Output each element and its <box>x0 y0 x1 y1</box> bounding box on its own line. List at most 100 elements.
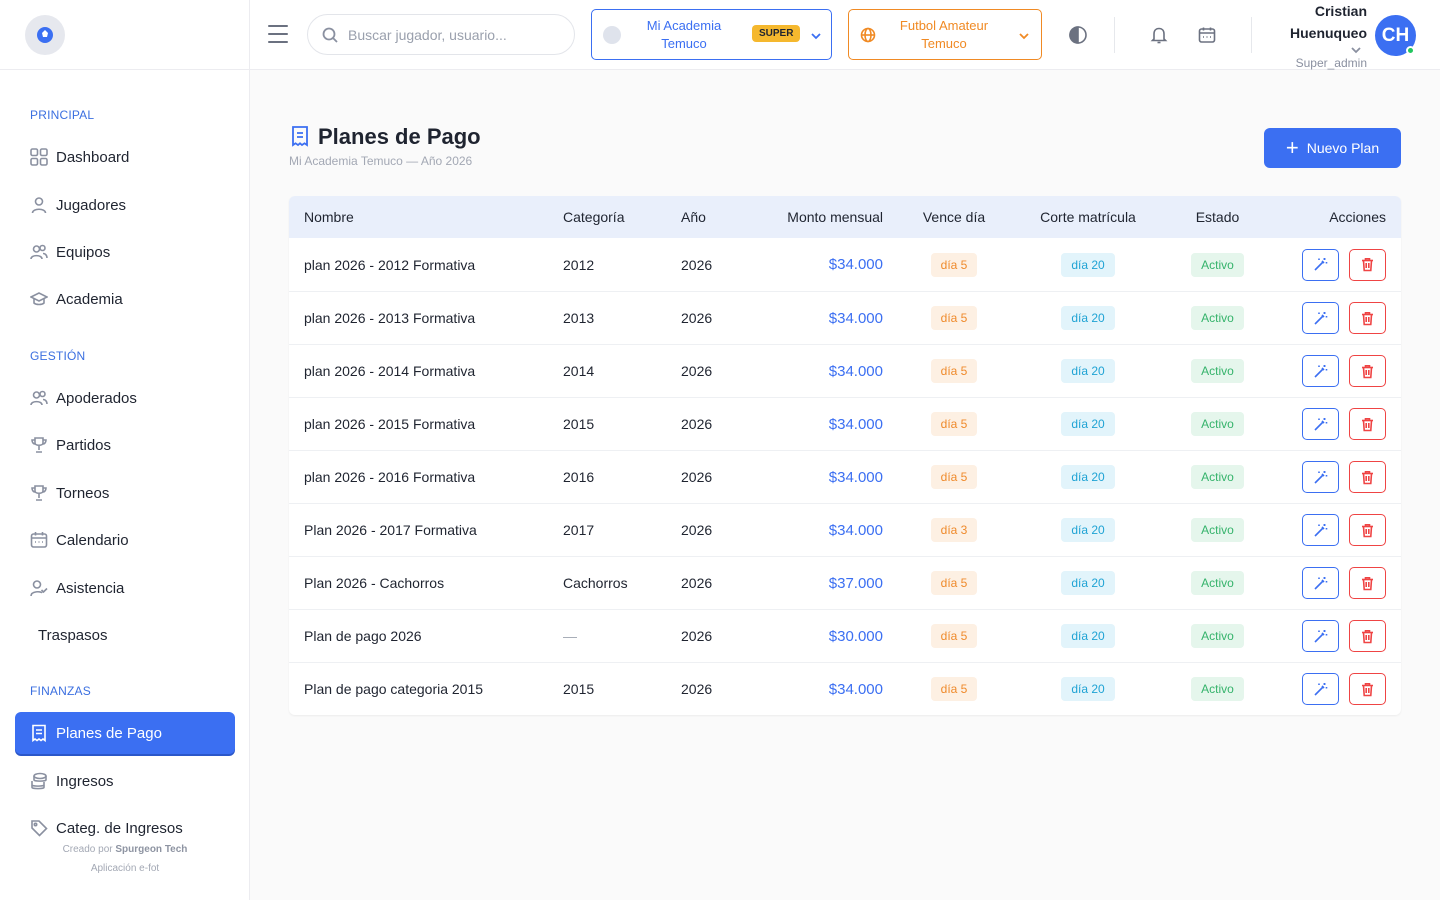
cutoff-cell: día 20 <box>1023 398 1153 450</box>
cutoff-cell: día 20 <box>1023 345 1153 397</box>
delete-button[interactable] <box>1349 355 1386 387</box>
sidebar-item-traspasos[interactable]: Traspasos <box>15 614 235 656</box>
sidebar-item-partidos[interactable]: Partidos <box>15 424 235 466</box>
page-subtitle: Mi Academia Temuco — Año 2026 <box>289 154 473 168</box>
plan-year: 2026 <box>681 681 713 697</box>
sidebar-item-label: Ingresos <box>56 772 114 790</box>
magic-wand-icon <box>1314 311 1328 325</box>
edit-button[interactable] <box>1302 302 1339 334</box>
cutoff-cell: día 20 <box>1023 610 1153 662</box>
delete-button[interactable] <box>1349 514 1386 546</box>
edit-button[interactable] <box>1302 408 1339 440</box>
cutoff-badge: día 20 <box>1061 412 1115 436</box>
team-selector[interactable]: Futbol Amateur Temuco <box>848 9 1042 60</box>
delete-button[interactable] <box>1349 302 1386 334</box>
sidebar-item-academia[interactable]: Academia <box>15 278 235 320</box>
table-row[interactable]: Plan 2026 - Cachorros Cachorros 2026 $37… <box>289 556 1401 609</box>
delete-button[interactable] <box>1349 461 1386 493</box>
status-cell: Activo <box>1169 557 1266 609</box>
section-title-finanzas: FINANZAS <box>30 684 91 698</box>
delete-button[interactable] <box>1349 673 1386 705</box>
delete-button[interactable] <box>1349 567 1386 599</box>
sidebar-item-planes-de-pago[interactable]: Planes de Pago <box>15 712 235 754</box>
due-day-cell: día 5 <box>904 557 1004 609</box>
user-name[interactable]: Cristian Huenuqueo <box>1290 0 1367 44</box>
column-header-ano[interactable]: Año <box>681 196 706 238</box>
plan-name: plan 2026 - 2015 Formativa <box>304 416 476 432</box>
delete-button[interactable] <box>1349 620 1386 652</box>
sidebar-item-apoderados[interactable]: Apoderados <box>15 377 235 419</box>
sidebar-item-asistencia[interactable]: Asistencia <box>15 567 235 609</box>
academy-name: Mi Academia Temuco <box>634 17 734 53</box>
coins-icon <box>30 772 48 790</box>
plan-amount: $34.000 <box>828 521 883 539</box>
footer-company[interactable]: Spurgeon Tech <box>115 844 187 855</box>
actions-cell <box>1279 238 1386 291</box>
table-row[interactable]: Plan 2026 - 2017 Formativa 2017 2026 $34… <box>289 503 1401 556</box>
avatar[interactable]: CH <box>1375 15 1416 56</box>
status-badge: Activo <box>1191 252 1244 277</box>
due-day-badge: día 5 <box>930 465 978 489</box>
search-box[interactable] <box>307 14 575 55</box>
edit-button[interactable] <box>1302 461 1339 493</box>
calendar-icon[interactable] <box>1197 25 1217 45</box>
bell-icon[interactable] <box>1149 25 1169 45</box>
edit-button[interactable] <box>1302 248 1339 281</box>
menu-icon[interactable] <box>268 25 288 43</box>
column-header-corte[interactable]: Corte matrícula <box>1023 196 1153 238</box>
plan-category: Cachorros <box>563 575 628 591</box>
trash-icon <box>1362 523 1373 537</box>
edit-button[interactable] <box>1302 620 1339 652</box>
edit-button[interactable] <box>1302 514 1339 546</box>
table-row[interactable]: Plan de pago categoria 2015 2015 2026 $3… <box>289 662 1401 715</box>
sidebar-item-torneos[interactable]: Torneos <box>15 472 235 514</box>
plan-year: 2026 <box>681 469 713 485</box>
column-header-nombre[interactable]: Nombre <box>304 196 354 238</box>
user-check-icon <box>30 579 48 597</box>
sidebar-item-categ-ingresos[interactable]: Categ. de Ingresos <box>15 807 235 849</box>
plan-category: 2014 <box>563 363 595 379</box>
trash-icon <box>1362 311 1373 325</box>
academy-logo-icon <box>603 26 621 44</box>
section-title-gestion: GESTIÓN <box>30 349 86 363</box>
chevron-down-icon[interactable] <box>1350 43 1362 55</box>
actions-cell <box>1279 557 1386 609</box>
column-header-acciones: Acciones <box>1329 209 1386 225</box>
due-day-badge: día 3 <box>930 518 978 542</box>
search-input[interactable] <box>348 26 558 43</box>
column-header-vence[interactable]: Vence día <box>904 196 1004 238</box>
edit-button[interactable] <box>1302 355 1339 387</box>
plan-name: Plan 2026 - 2017 Formativa <box>304 522 477 538</box>
status-badge: Activo <box>1191 518 1244 542</box>
sidebar-item-calendario[interactable]: Calendario <box>15 519 235 561</box>
column-header-categoria[interactable]: Categoría <box>563 196 624 238</box>
plan-year: 2026 <box>681 575 713 591</box>
table-row[interactable]: plan 2026 - 2016 Formativa 2016 2026 $34… <box>289 450 1401 503</box>
sidebar-item-equipos[interactable]: Equipos <box>15 231 235 273</box>
sidebar-item-jugadores[interactable]: Jugadores <box>15 184 235 226</box>
new-plan-button[interactable]: + Nuevo Plan <box>1264 128 1401 168</box>
edit-button[interactable] <box>1302 567 1339 599</box>
magic-wand-icon <box>1314 629 1328 643</box>
users-icon <box>30 243 48 261</box>
table-row[interactable]: plan 2026 - 2013 Formativa 2013 2026 $34… <box>289 291 1401 344</box>
app-logo[interactable] <box>25 14 65 55</box>
new-plan-label: Nuevo Plan <box>1306 140 1380 156</box>
sidebar-item-ingresos[interactable]: Ingresos <box>15 760 235 802</box>
table-row[interactable]: plan 2026 - 2015 Formativa 2015 2026 $34… <box>289 397 1401 450</box>
theme-toggle-icon[interactable] <box>1068 25 1088 45</box>
delete-button[interactable] <box>1349 248 1386 281</box>
cutoff-cell: día 20 <box>1023 663 1153 715</box>
table-row[interactable]: plan 2026 - 2012 Formativa 2012 2026 $34… <box>289 238 1401 291</box>
due-day-cell: día 5 <box>904 451 1004 503</box>
magic-wand-icon <box>1314 576 1328 590</box>
sidebar-item-label: Partidos <box>56 436 112 454</box>
academy-selector[interactable]: Mi Academia Temuco SUPER <box>591 9 832 60</box>
delete-button[interactable] <box>1349 408 1386 440</box>
table-row[interactable]: plan 2026 - 2014 Formativa 2014 2026 $34… <box>289 344 1401 397</box>
edit-button[interactable] <box>1302 673 1339 705</box>
column-header-estado[interactable]: Estado <box>1169 196 1266 238</box>
table-row[interactable]: Plan de pago 2026 — 2026 $30.000 día 5 d… <box>289 609 1401 662</box>
sidebar-item-dashboard[interactable]: Dashboard <box>15 136 235 178</box>
column-header-monto[interactable]: Monto mensual <box>729 196 883 238</box>
